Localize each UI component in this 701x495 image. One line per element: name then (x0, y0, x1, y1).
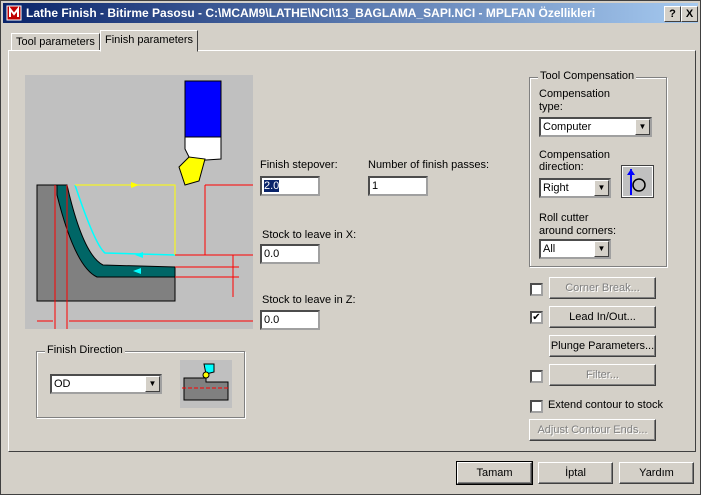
corner-break-button[interactable]: Corner Break... (549, 277, 656, 299)
finish-passes-label: Number of finish passes: (368, 159, 490, 171)
cancel-button[interactable]: İptal (538, 462, 613, 484)
extend-contour-checkbox[interactable] (530, 400, 543, 413)
comp-direction-select[interactable]: Right ▼ (539, 178, 611, 198)
filter-checkbox[interactable] (530, 370, 543, 383)
title-bar[interactable]: Lathe Finish - Bitirme Pasosu - C:\MCAM9… (3, 3, 698, 23)
tool-compensation-title: Tool Compensation (538, 70, 637, 82)
comp-direction-label-2: direction: (539, 161, 584, 173)
finish-direction-value: OD (54, 378, 71, 390)
finish-stepover-label: Finish stepover: (260, 159, 338, 171)
corner-break-checkbox[interactable] (530, 283, 543, 296)
finish-parameters-panel: Finish stepover: 2.0 Number of finish pa… (8, 50, 696, 452)
finish-stepover-input[interactable]: 2.0 (260, 176, 320, 196)
dialog-window: Lathe Finish - Bitirme Pasosu - C:\MCAM9… (0, 0, 701, 495)
tool-holder (184, 80, 222, 138)
comp-direction-value: Right (543, 182, 569, 194)
stock-x-input[interactable]: 0.0 (260, 244, 320, 264)
help-title-button[interactable]: ? (664, 6, 681, 22)
tab-finish-parameters[interactable]: Finish parameters (100, 30, 199, 52)
chevron-down-icon[interactable]: ▼ (594, 241, 609, 257)
chevron-down-icon[interactable]: ▼ (635, 119, 650, 135)
plunge-parameters-button[interactable]: Plunge Parameters... (549, 335, 656, 357)
chevron-down-icon[interactable]: ▼ (145, 376, 160, 392)
tool-compensation-group: Tool Compensation Compensation type: Com… (529, 70, 667, 267)
extend-contour-label[interactable]: Extend contour to stock (548, 399, 663, 411)
lead-in-out-button[interactable]: Lead In/Out... (549, 306, 656, 328)
od-direction-icon (180, 360, 232, 408)
stock-x-label: Stock to leave in X: (262, 229, 357, 241)
finish-stepover-value: 2.0 (264, 180, 280, 192)
adjust-contour-ends-button[interactable]: Adjust Contour Ends... (529, 419, 656, 441)
roll-cutter-label-2: around corners: (539, 225, 617, 237)
help-button[interactable]: Yardım (619, 462, 694, 484)
finish-parameters-diagram (25, 75, 253, 329)
close-title-button[interactable]: X (681, 6, 698, 22)
comp-type-label: Compensation (539, 88, 610, 100)
lead-in-out-checkbox[interactable]: ✔ (530, 311, 543, 324)
finish-direction-group: Finish Direction OD ▼ (36, 344, 245, 418)
roll-cutter-select[interactable]: All ▼ (539, 239, 611, 259)
finish-direction-select[interactable]: OD ▼ (50, 374, 162, 394)
comp-direction-icon (621, 165, 654, 198)
stock-z-input[interactable]: 0.0 (260, 310, 320, 330)
mastercam-app-icon (6, 5, 22, 21)
finish-direction-title: Finish Direction (45, 344, 125, 356)
roll-cutter-value: All (543, 243, 556, 255)
window-title: Lathe Finish - Bitirme Pasosu - C:\MCAM9… (26, 6, 596, 20)
comp-type-value: Computer (543, 121, 592, 133)
comp-type-label-2: type: (539, 101, 563, 113)
roll-cutter-label: Roll cutter (539, 212, 589, 224)
comp-type-select[interactable]: Computer ▼ (539, 117, 652, 137)
comp-direction-label: Compensation (539, 149, 610, 161)
finish-passes-input[interactable]: 1 (368, 176, 428, 196)
filter-button[interactable]: Filter... (549, 364, 656, 386)
stock-z-label: Stock to leave in Z: (262, 294, 356, 306)
chevron-down-icon[interactable]: ▼ (594, 180, 609, 196)
ok-button[interactable]: Tamam (456, 461, 533, 485)
tab-tool-parameters[interactable]: Tool parameters (11, 33, 100, 51)
